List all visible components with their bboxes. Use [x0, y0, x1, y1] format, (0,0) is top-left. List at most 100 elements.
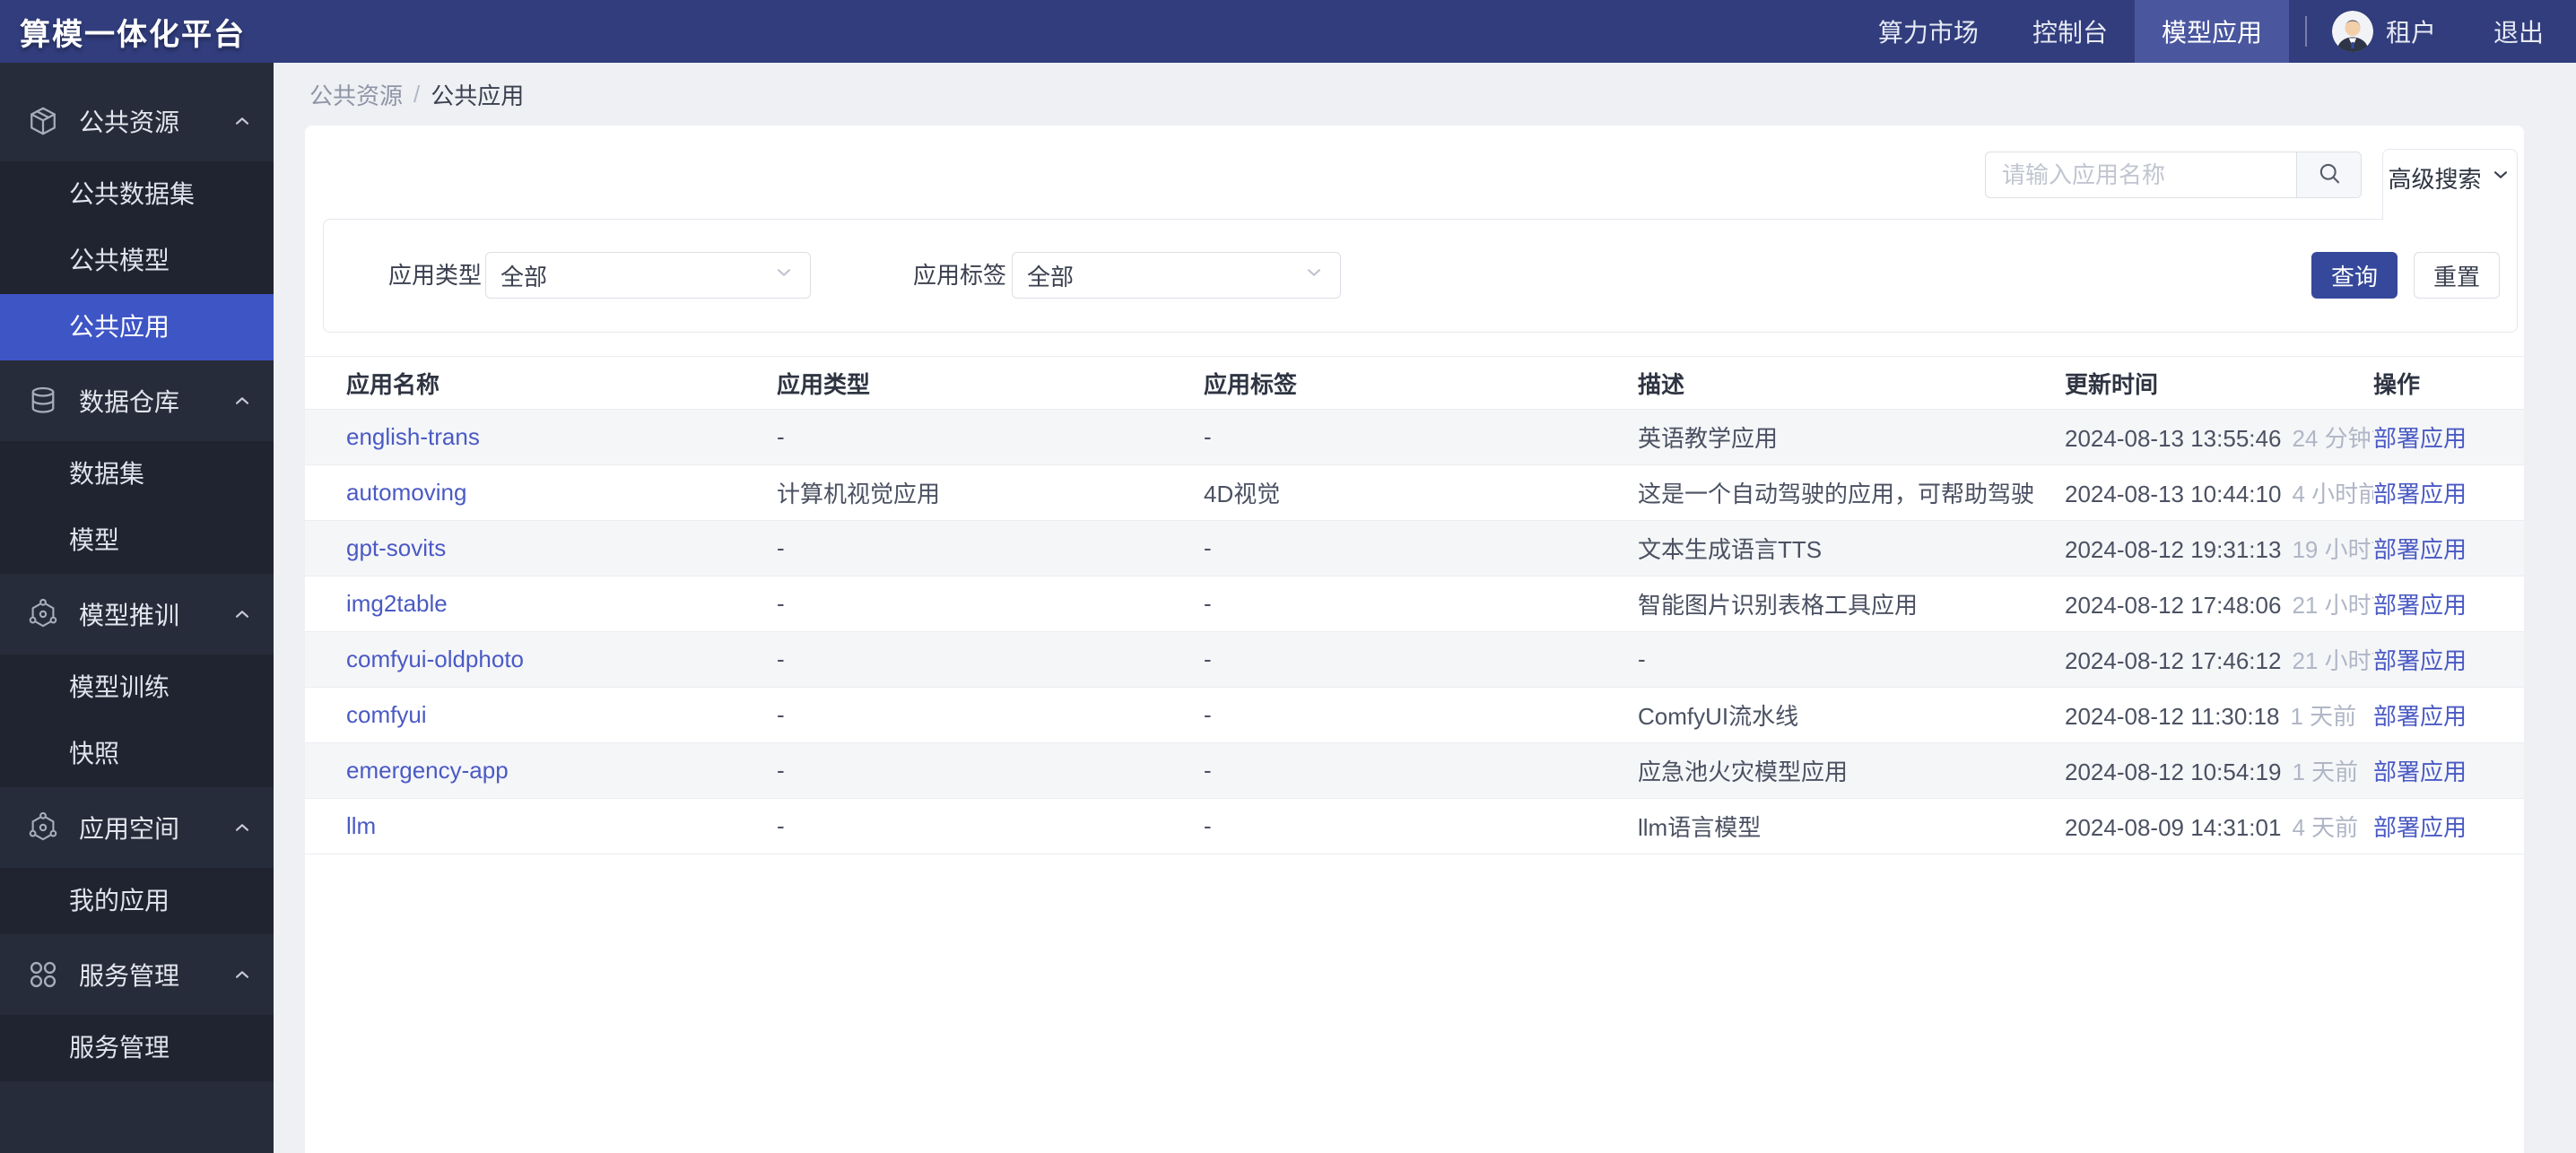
col-app-type: 应用类型 [777, 357, 1204, 410]
sidebar-group-data-warehouse[interactable]: 数据仓库 [0, 360, 274, 441]
chevron-down-icon [772, 261, 796, 290]
chevron-up-icon [231, 603, 254, 626]
updated-time-relative: 4 小时前 [2292, 481, 2373, 507]
database-icon [27, 385, 59, 417]
deploy-app-link[interactable]: 部署应用 [2373, 425, 2467, 452]
sidebar-item-model-train[interactable]: 模型训练 [0, 655, 274, 721]
deploy-app-link[interactable]: 部署应用 [2373, 703, 2467, 730]
sidebar-submenu-model-training-group: 模型训练快照 [0, 655, 274, 787]
app-name-search [1985, 152, 2362, 198]
sidebar-item-snapshot[interactable]: 快照 [0, 721, 274, 787]
table-row: emergency-app--应急池火灾模型应用2024-08-12 10:54… [305, 743, 2524, 799]
app-type-cell: - [777, 632, 1204, 688]
app-name-cell: english-trans [305, 410, 777, 465]
search-input[interactable] [1986, 152, 2296, 197]
deploy-app-link[interactable]: 部署应用 [2373, 814, 2467, 841]
deploy-app-link[interactable]: 部署应用 [2373, 592, 2467, 619]
logout-button[interactable]: 退出 [2485, 13, 2553, 49]
advanced-search-toggle[interactable]: 高级搜索 [2382, 149, 2518, 220]
chevron-down-icon [2489, 163, 2512, 193]
apps-table-wrap: 应用名称 应用类型 应用标签 描述 更新时间 操作 english-trans-… [305, 356, 2524, 854]
apps-table: 应用名称 应用类型 应用标签 描述 更新时间 操作 english-trans-… [305, 356, 2524, 854]
model-icon [27, 598, 59, 630]
app-type-select-value: 全部 [500, 259, 547, 292]
sidebar-group-model-training-group[interactable]: 模型推训 [0, 574, 274, 655]
updated-time-cell: 2024-08-12 19:31:1319 小时前 [2065, 521, 2373, 576]
sidebar-group-public-resources[interactable]: 公共资源 [0, 81, 274, 161]
deploy-app-link[interactable]: 部署应用 [2373, 759, 2467, 785]
table-row: llm--llm语言模型2024-08-09 14:31:014 天前部署应用 [305, 799, 2524, 854]
app-name-cell: automoving [305, 465, 777, 521]
sidebar-submenu-app-space: 我的应用 [0, 868, 274, 934]
app-tag-cell: - [1204, 576, 1638, 632]
app-name-link[interactable]: llm [346, 812, 376, 839]
chevron-up-icon [231, 389, 254, 412]
deploy-app-link[interactable]: 部署应用 [2373, 536, 2467, 563]
sidebar-group-app-space[interactable]: 应用空间 [0, 787, 274, 868]
col-app-tag: 应用标签 [1204, 357, 1638, 410]
updated-time-relative: 21 小时前 [2292, 592, 2373, 619]
updated-time: 2024-08-12 10:54:19 [2065, 759, 2281, 785]
nav-item-model-apps[interactable]: 模型应用 [2135, 0, 2289, 63]
app-tag-cell: - [1204, 688, 1638, 743]
breadcrumb: 公共资源 / 公共应用 [274, 63, 2576, 126]
nav-item-compute-market[interactable]: 算力市场 [1851, 0, 2006, 63]
app-name-cell: comfyui-oldphoto [305, 632, 777, 688]
sidebar-item-datasets[interactable]: 数据集 [0, 441, 274, 507]
sidebar-item-models[interactable]: 模型 [0, 507, 274, 574]
sidebar-group-service-management[interactable]: 服务管理 [0, 934, 274, 1015]
updated-time-relative: 1 天前 [2291, 703, 2357, 730]
deploy-app-link[interactable]: 部署应用 [2373, 647, 2467, 674]
query-button[interactable]: 查询 [2311, 252, 2398, 299]
col-updated-time: 更新时间 [2065, 357, 2373, 410]
updated-time: 2024-08-12 17:48:06 [2065, 592, 2281, 619]
app-type-cell: - [777, 743, 1204, 799]
app-tag-select[interactable]: 全部 [1012, 252, 1341, 299]
app-description-cell: 这是一个自动驾驶的应用，可帮助驾驶 [1638, 465, 2065, 521]
search-button[interactable] [2296, 152, 2361, 197]
navbar-right: 算力市场 控制台 模型应用 租户 退出 [1851, 0, 2576, 63]
updated-time-cell: 2024-08-09 14:31:014 天前 [2065, 799, 2373, 854]
sidebar-group-label: 应用空间 [79, 810, 231, 845]
deploy-app-link[interactable]: 部署应用 [2373, 481, 2467, 507]
nav-item-console[interactable]: 控制台 [2006, 0, 2135, 63]
advanced-search-label: 高级搜索 [2388, 161, 2481, 195]
app-type-cell: - [777, 799, 1204, 854]
app-tag-cell: - [1204, 521, 1638, 576]
app-description-cell: 英语教学应用 [1638, 410, 2065, 465]
filter-panel: 应用类型 全部 应用标签 全部 查询 重置 [323, 219, 2518, 333]
tenant-menu[interactable]: 租户 [2323, 11, 2445, 52]
sidebar-item-my-apps[interactable]: 我的应用 [0, 868, 274, 934]
app-name-link[interactable]: comfyui [346, 701, 427, 728]
actions-cell: 部署应用 [2373, 743, 2524, 799]
sidebar-item-public-models[interactable]: 公共模型 [0, 228, 274, 294]
sidebar: 公共资源公共数据集公共模型公共应用数据仓库数据集模型模型推训模型训练快照应用空间… [0, 63, 274, 1153]
app-name-link[interactable]: emergency-app [346, 757, 509, 784]
updated-time-cell: 2024-08-12 17:46:1221 小时前 [2065, 632, 2373, 688]
sidebar-item-public-datasets[interactable]: 公共数据集 [0, 161, 274, 228]
table-row: automoving计算机视觉应用4D视觉这是一个自动驾驶的应用，可帮助驾驶20… [305, 465, 2524, 521]
app-name-link[interactable]: img2table [346, 590, 448, 617]
sidebar-group-label: 模型推训 [79, 596, 231, 632]
search-icon [2316, 160, 2343, 191]
breadcrumb-separator: / [413, 81, 420, 108]
main-content: 公共资源 / 公共应用 高级搜索 [274, 63, 2576, 1153]
reset-button[interactable]: 重置 [2414, 252, 2500, 299]
sidebar-item-public-apps[interactable]: 公共应用 [0, 294, 274, 360]
updated-time-cell: 2024-08-13 10:44:104 小时前 [2065, 465, 2373, 521]
app-tag-select-value: 全部 [1027, 259, 1074, 292]
app-type-select[interactable]: 全部 [485, 252, 811, 299]
sidebar-item-service-management-sub[interactable]: 服务管理 [0, 1015, 274, 1081]
breadcrumb-parent[interactable]: 公共资源 [309, 78, 403, 111]
app-description-cell: 文本生成语言TTS [1638, 521, 2065, 576]
updated-time-relative: 21 小时前 [2292, 647, 2373, 674]
app-name-link[interactable]: comfyui-oldphoto [346, 646, 524, 672]
app-name-cell: gpt-sovits [305, 521, 777, 576]
sidebar-group-label: 数据仓库 [79, 383, 231, 419]
app-tag-cell: - [1204, 743, 1638, 799]
app-name-link[interactable]: english-trans [346, 423, 480, 450]
app-name-link[interactable]: gpt-sovits [346, 534, 446, 561]
app-name-link[interactable]: automoving [346, 479, 466, 506]
app-description-cell: 应急池火灾模型应用 [1638, 743, 2065, 799]
app-tag-filter-label: 应用标签 [913, 220, 1006, 332]
